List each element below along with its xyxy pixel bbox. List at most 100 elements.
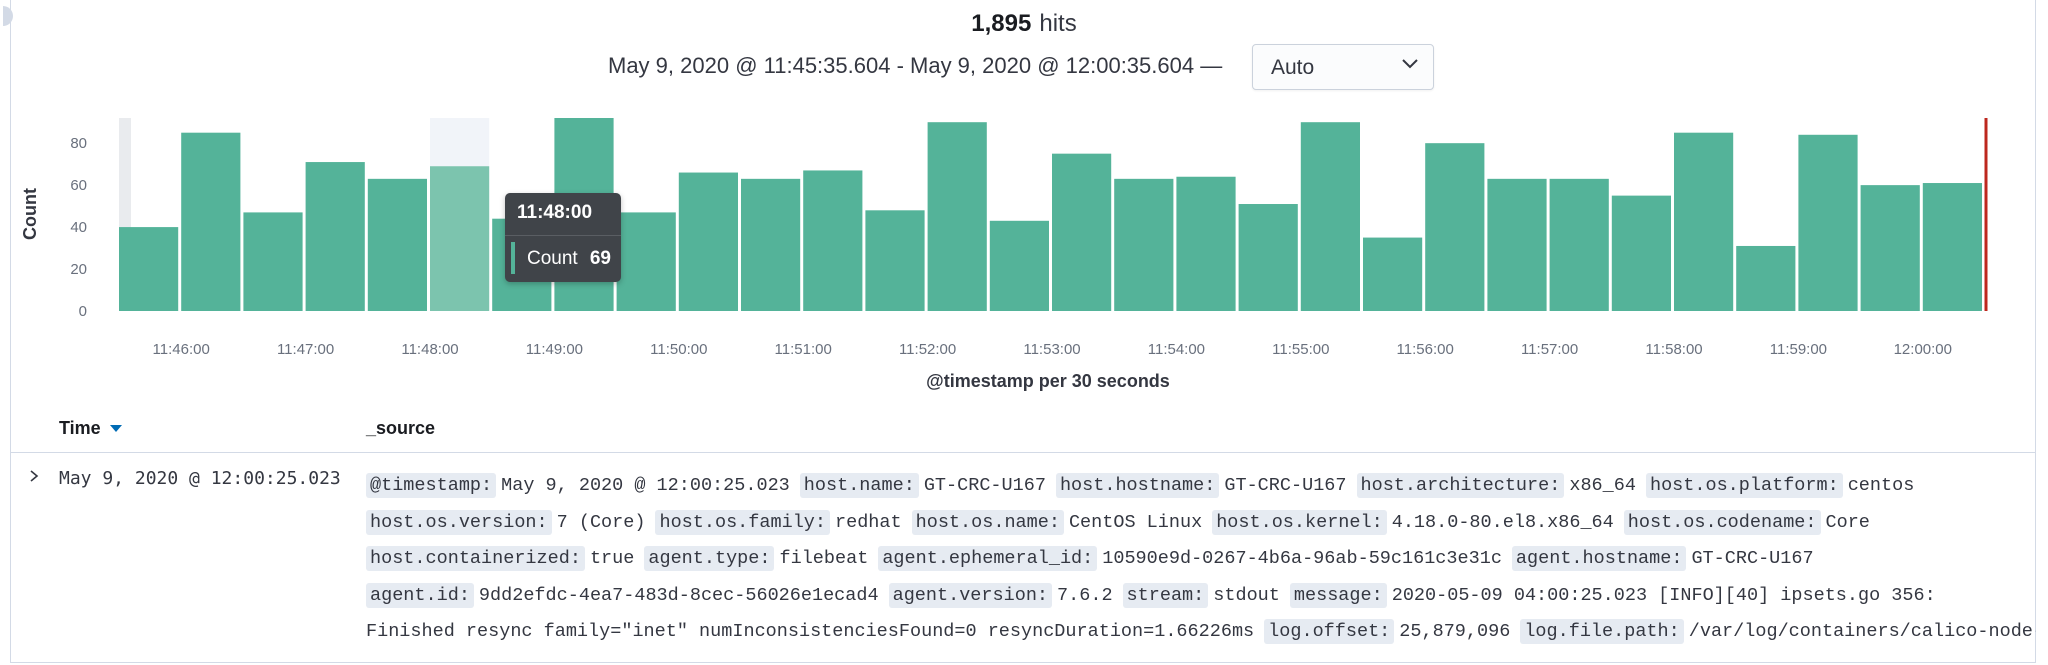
column-header-source: _source: [366, 418, 436, 438]
field-value: 25,879,096: [1399, 621, 1511, 642]
histogram-bar[interactable]: [678, 172, 738, 311]
field-value: May 9, 2020 @ 12:00:25.023: [501, 475, 790, 496]
y-axis-title: Count: [20, 188, 40, 240]
field-name: host.name:: [799, 473, 919, 498]
tooltip-value: 69: [589, 248, 611, 269]
y-tick-label: 0: [79, 303, 87, 320]
x-tick-label: 11:59:00: [1770, 341, 1827, 358]
histogram-bar[interactable]: [1611, 195, 1671, 311]
field-name: agent.id:: [366, 582, 474, 608]
histogram-bar[interactable]: [741, 178, 801, 311]
document-table-header: Time _source: [10, 405, 2036, 453]
field-value: x86_64: [1569, 475, 1636, 496]
x-tick-label: 11:57:00: [1521, 341, 1578, 358]
histogram-bar[interactable]: [243, 212, 303, 311]
histogram-bar[interactable]: [181, 132, 241, 311]
tooltip-key: Count: [527, 248, 578, 269]
field-name: agent.type:: [644, 546, 775, 571]
field-value: centos: [1847, 475, 1915, 496]
histogram-bar[interactable]: [1860, 185, 1920, 311]
field-name: log.offset:: [1264, 619, 1395, 644]
field-value: redhat: [835, 511, 902, 533]
histogram-bar[interactable]: [1363, 237, 1423, 311]
chart-tooltip: 11:48:00 Count 69: [505, 193, 621, 282]
histogram-bar[interactable]: [1487, 178, 1547, 311]
x-tick-label: 11:52:00: [899, 341, 956, 358]
field-name: host.architecture:: [1356, 473, 1565, 498]
source-line: host.containerized: true agent.type: filebe…: [366, 541, 2036, 578]
histogram-bar[interactable]: [305, 162, 365, 311]
field-name: message:: [1289, 582, 1387, 608]
x-tick-label: 11:50:00: [650, 341, 707, 358]
source-line: @timestamp: May 9, 2020 @ 12:00:25.023 hos…: [366, 468, 2036, 505]
field-name: host.os.codename:: [1623, 509, 1821, 535]
histogram-bar[interactable]: [1176, 176, 1236, 311]
field-value: 9dd2efdc-4ea7-483d-8cec-56026e1ecad4: [478, 584, 879, 606]
field-value: 10590e9d-0267-4b6a-96ab-59c161c3e31c: [1102, 548, 1502, 569]
field-value: GT-CRC-U167: [1224, 475, 1347, 496]
field-name: host.os.platform:: [1645, 473, 1843, 498]
table-row: May 9, 2020 @ 12:00:25.023 @timestamp: Ma…: [10, 454, 2036, 663]
histogram-bar[interactable]: [1300, 122, 1360, 312]
y-tick-label: 20: [70, 261, 87, 278]
field-value: CentOS Linux: [1068, 511, 1203, 533]
histogram-bar[interactable]: [1922, 183, 1982, 311]
x-tick-label: 11:56:00: [1397, 341, 1454, 358]
series-color-swatch: [511, 242, 515, 274]
tooltip-divider: [505, 235, 621, 236]
field-name: @timestamp:: [366, 473, 497, 498]
document-source: @timestamp: May 9, 2020 @ 12:00:25.023 hos…: [366, 468, 2036, 651]
field-name: host.os.family:: [655, 509, 830, 535]
histogram-bar[interactable]: [1052, 153, 1112, 311]
histogram-bar[interactable]: [367, 178, 427, 311]
field-value: /var/log/containers/calico-node-: [1688, 621, 2036, 642]
field-name: agent.hostname:: [1511, 546, 1687, 571]
field-value: GT-CRC-U167: [923, 475, 1046, 496]
histogram-bar[interactable]: [803, 170, 863, 311]
histogram-bar[interactable]: [1736, 245, 1796, 311]
histogram-bar[interactable]: [1798, 134, 1858, 311]
x-tick-label: 11:48:00: [401, 341, 458, 358]
field-value: 7.6.2: [1057, 584, 1113, 606]
tooltip-title: 11:48:00: [517, 202, 593, 223]
field-value: Core: [1825, 511, 1870, 533]
source-line: Finished resync family="inet" numInconsi…: [366, 614, 2036, 651]
field-value: stdout: [1213, 584, 1280, 606]
x-tick-label: 11:51:00: [775, 341, 832, 358]
chevron-right-icon[interactable]: [26, 468, 42, 484]
x-tick-label: 11:47:00: [277, 341, 334, 358]
histogram-bar[interactable]: [1114, 178, 1174, 311]
histogram-bar[interactable]: [1425, 143, 1485, 311]
x-tick-label: 11:54:00: [1148, 341, 1205, 358]
field-value: GT-CRC-U167: [1691, 548, 1814, 569]
histogram-chart[interactable]: 0 20 40 60 80 11:46:00 11:47:00 11:48:00 11:49:0…: [0, 0, 2048, 400]
field-value: filebeat: [779, 548, 869, 569]
y-tick-label: 80: [70, 135, 87, 152]
field-value: 4.18.0-80.el8.x86_64: [1391, 511, 1614, 533]
histogram-bar[interactable]: [989, 220, 1049, 311]
histogram-bar[interactable]: [119, 227, 179, 311]
field-value: 2020-05-09 04:00:25.023 [INFO][40] ipset…: [1391, 584, 1936, 606]
field-name: stream:: [1122, 582, 1209, 608]
column-header-time[interactable]: Time: [59, 418, 101, 439]
y-tick-label: 60: [70, 177, 87, 194]
y-tick-label: 40: [70, 219, 87, 236]
histogram-bar[interactable]: [865, 210, 925, 311]
x-tick-label: 11:55:00: [1272, 341, 1329, 358]
histogram-bar[interactable]: [616, 212, 676, 311]
x-axis-title: @timestamp per 30 seconds: [926, 371, 1170, 391]
source-line: agent.id: 9dd2efdc-4ea7-483d-8cec-56026e1…: [366, 578, 2036, 615]
x-tick-label: 11:53:00: [1023, 341, 1080, 358]
histogram-bar[interactable]: [927, 122, 987, 312]
histogram-bar[interactable]: [1549, 178, 1609, 311]
field-name: agent.ephemeral_id:: [878, 546, 1098, 571]
field-name: host.os.name:: [911, 509, 1064, 535]
histogram-bar[interactable]: [1238, 204, 1298, 311]
field-name: host.os.kernel:: [1212, 509, 1387, 535]
tooltip-row: Count 69: [511, 242, 615, 274]
histogram-bar[interactable]: [1674, 132, 1734, 311]
x-tick-label: 11:58:00: [1645, 341, 1702, 358]
sort-descending-icon[interactable]: [110, 425, 122, 432]
histogram-bar[interactable]: [430, 166, 490, 311]
x-tick-label: 12:00:00: [1894, 341, 1952, 358]
